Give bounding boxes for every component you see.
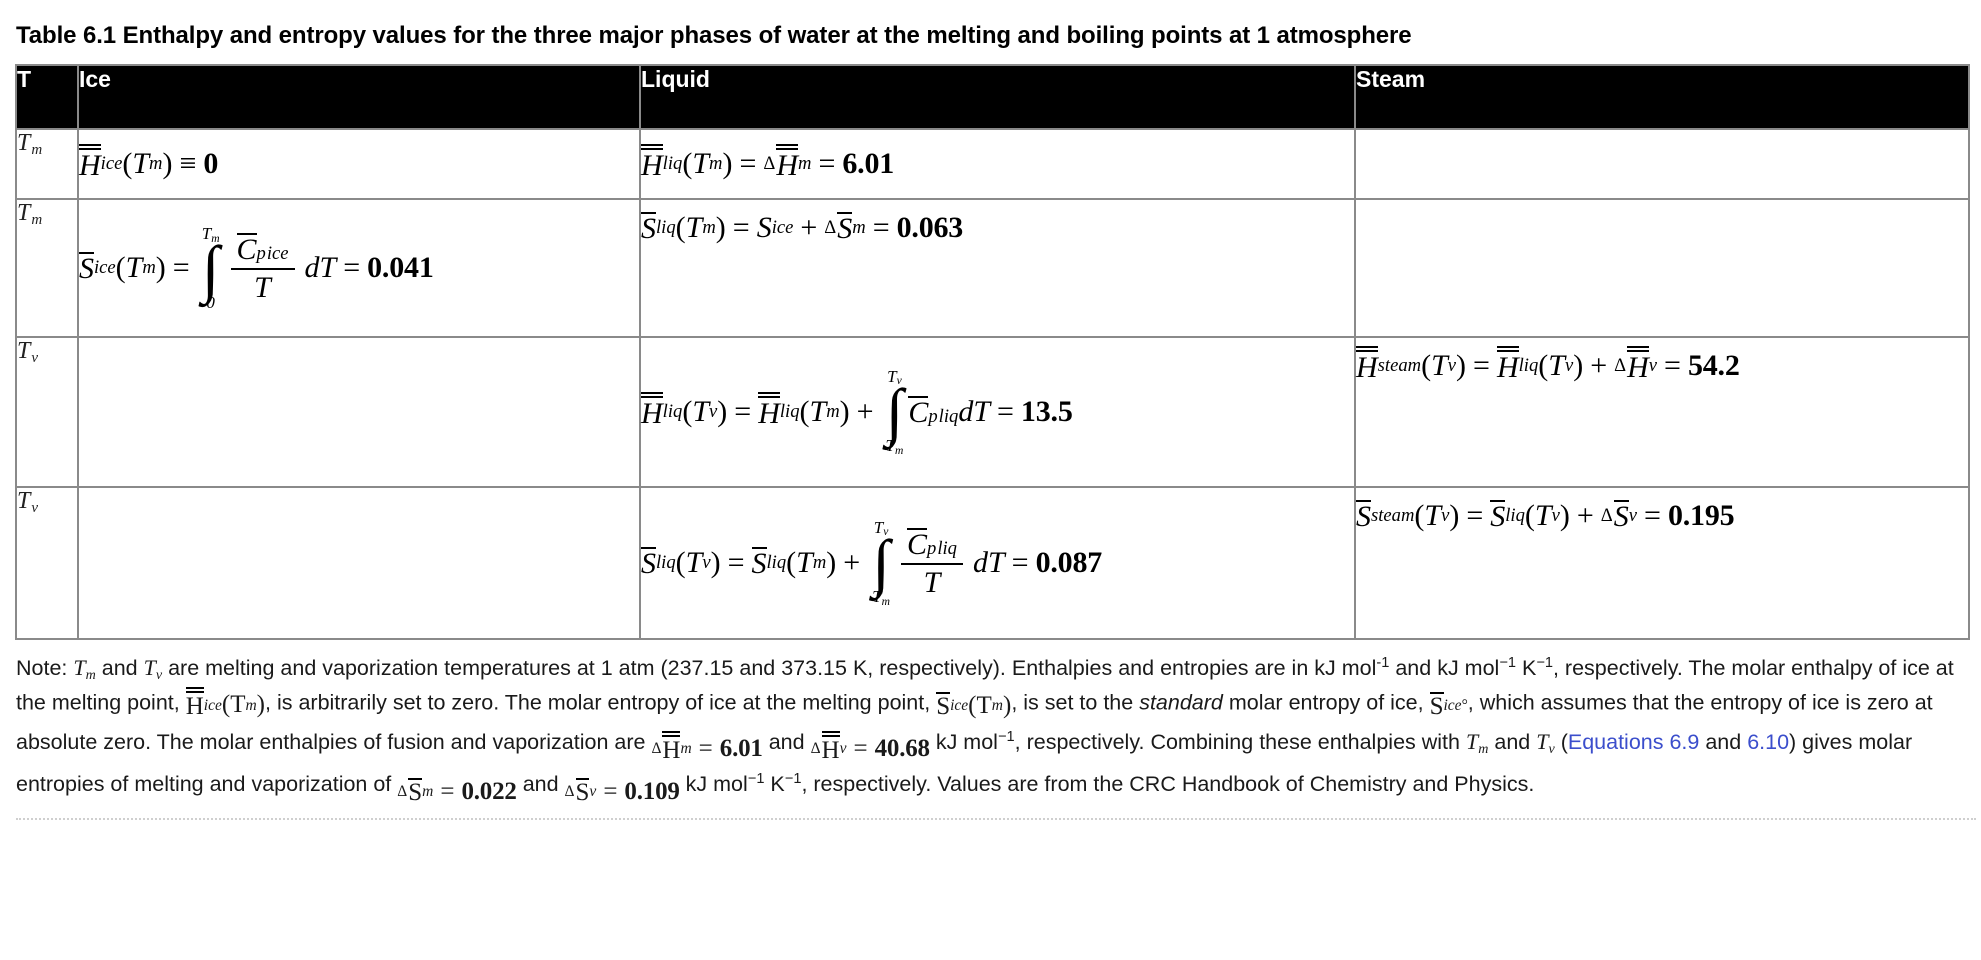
cell-ice-r4 <box>77 486 641 640</box>
note-standard-emphasis: standard <box>1139 690 1223 715</box>
table-page: Table 6.1 Enthalpy and entropy values fo… <box>0 0 1981 820</box>
integral-sign-group: Tm ∫ 0 <box>197 225 225 312</box>
value-steam-r3: 54.2 <box>1687 349 1740 382</box>
formula-ice-enthalpy-tm: Hice(Tm) ≡ 0 <box>79 143 219 182</box>
h-symbol: H <box>79 143 101 182</box>
row-temperature-label: Tv <box>15 486 79 640</box>
cell-ice-r2: Sice(Tm) = Tm ∫ 0 Cp ice T dT = 0.041 <box>77 198 641 338</box>
table-note: Note: Tm and Tv are melting and vaporiza… <box>16 651 1976 820</box>
cell-liquid-r2: Sliq(Tm) = Sice + Δ Sm = 0.063 <box>639 198 1356 338</box>
fraction-numerator: Cp ice <box>236 232 289 266</box>
formula-ice-entropy-tm: Sice(Tm) = Tm ∫ 0 Cp ice T dT = 0.041 <box>79 223 434 313</box>
note-h-ice-tm: Hice(Tm) <box>185 687 265 721</box>
formula-liquid-enthalpy-tv: Hliq(Tv) = Hliq(Tm) + Tv ∫ Tm Cp liq dT = 13.5 <box>641 366 1073 457</box>
row-temperature-label: Tv <box>15 336 79 488</box>
delta-symbol: Δ <box>763 152 776 174</box>
value-liquid-r4: 0.087 <box>1035 545 1103 579</box>
enthalpy-entropy-table: T Ice Liquid Steam Tm Hice(Tm) ≡ 0 H liq… <box>15 64 1970 640</box>
formula-liquid-entropy-tm: Sliq(Tm) = Sice + Δ Sm = 0.063 <box>641 211 964 246</box>
column-header-steam: Steam <box>1354 64 1970 130</box>
note-seg2: are melting and vaporization temperature… <box>162 656 1377 680</box>
integral-lower-limit: 0 <box>206 293 215 313</box>
note-label: Note: <box>16 656 68 680</box>
differential-dt: dT <box>958 394 990 428</box>
table-row: Tm Sice(Tm) = Tm ∫ 0 Cp ice T dT = 0.041… <box>15 198 1970 338</box>
table-body: Tm Hice(Tm) ≡ 0 Hliq(Tm) = Δ Hm = 6.01 T… <box>15 128 1970 640</box>
cell-steam-r2 <box>1354 198 1970 338</box>
value-liquid-r3: 13.5 <box>1020 394 1073 428</box>
formula-steam-entropy-tv: Ssteam(Tv) = Sliq(Tv) + Δ Sv = 0.195 <box>1356 499 1735 534</box>
fraction-denominator: T <box>254 270 271 304</box>
link-equations-6-9[interactable]: Equations 6.9 <box>1568 730 1700 754</box>
superscript-ice: ice <box>100 152 123 174</box>
value-steam-r4: 0.195 <box>1667 499 1735 532</box>
note-delta-sm-eq: Δ Sm = 0.022 <box>397 777 517 807</box>
cell-ice-r1: Hice(Tm) ≡ 0 <box>77 128 641 200</box>
fraction-cp-over-t: Cp liq T <box>895 527 969 599</box>
temperature-subscript: m <box>31 142 43 159</box>
cell-liquid-r4: Sliq(Tv) = Sliq(Tm) + Tv ∫ Tm Cp liq T d… <box>639 486 1356 640</box>
note-tv-symbol: Tv <box>143 655 163 683</box>
cell-liquid-r1: Hliq(Tm) = Δ Hm = 6.01 <box>639 128 1356 200</box>
value-ice-r1: 0 <box>203 147 219 180</box>
table-header: T Ice Liquid Steam <box>15 64 1970 130</box>
header-row: T Ice Liquid Steam <box>15 64 1970 130</box>
fraction-cp-over-t: Cp ice T <box>225 232 301 304</box>
note-delta-hm-eq: Δ Hm = 6.01 <box>651 731 763 765</box>
integral-lower-limit: Tm <box>885 436 904 457</box>
table-row: Tm Hice(Tm) ≡ 0 Hliq(Tm) = Δ Hm = 6.01 <box>15 128 1970 200</box>
note-s-ice-tm: Sice(Tm) <box>936 691 1012 721</box>
fraction-numerator: Cp liq <box>907 527 957 561</box>
integral-icon: ∫ <box>201 233 220 305</box>
value-liquid-r1: 6.01 <box>842 147 895 180</box>
formula-liquid-entropy-tv: Sliq(Tv) = Sliq(Tm) + Tv ∫ Tm Cp liq T d… <box>641 517 1103 608</box>
cell-steam-r4: Ssteam(Tv) = Sliq(Tv) + Δ Sv = 0.195 <box>1354 486 1970 640</box>
formula-liquid-enthalpy-tm: Hliq(Tm) = Δ Hm = 6.01 <box>641 143 895 182</box>
integral-lower-limit: Tm <box>872 587 891 608</box>
differential-dt: dT <box>304 250 337 284</box>
cp-symbol: C <box>236 232 257 266</box>
temperature-symbol: T <box>17 130 31 156</box>
table-caption: Table 6.1 Enthalpy and entropy values fo… <box>16 22 1412 49</box>
note-seg19: , respectively. Values are from the CRC … <box>801 772 1535 797</box>
integral-icon: ∫ <box>872 526 890 598</box>
integral-icon: ∫ <box>885 375 904 447</box>
note-s-ice-standard: Sice ° <box>1429 692 1468 721</box>
note-tm-symbol: Tm <box>73 655 96 683</box>
formula-steam-enthalpy-tv: Hsteam(Tv) = Hliq(Tv) + Δ Hv = 54.2 <box>1356 345 1740 384</box>
cell-liquid-r3: Hliq(Tv) = Hliq(Tm) + Tv ∫ Tm Cp liq dT = 13.5 <box>639 336 1356 488</box>
row-temperature-label: Tm <box>15 198 79 338</box>
column-header-t: T <box>15 64 79 130</box>
s-symbol: S <box>79 252 94 286</box>
superscript-steam: steam <box>1377 354 1422 376</box>
integral-sign-group: Tv ∫ Tm <box>867 519 895 608</box>
table-row: Tv Sliq(Tv) = Sliq(Tm) + Tv ∫ Tm C p liq… <box>15 486 1970 640</box>
column-header-liquid: Liquid <box>639 64 1356 130</box>
table-row: Tv Hliq(Tv) = Hliq(Tm) + Tv ∫ Tm C p liq… <box>15 336 1970 488</box>
cell-steam-r3: Hsteam(Tv) = Hliq(Tv) + Δ Hv = 54.2 <box>1354 336 1970 488</box>
note-delta-hv-eq: Δ Hv = 40.68 <box>810 731 930 765</box>
value-liquid-r2: 0.063 <box>896 211 964 244</box>
fraction-denominator: T <box>923 565 941 599</box>
column-header-ice: Ice <box>77 64 641 130</box>
integral-sign-group: Tv ∫ Tm <box>881 368 909 457</box>
row-temperature-label: Tm <box>15 128 79 200</box>
cell-steam-r1 <box>1354 128 1970 200</box>
note-sup-1: -1 <box>1376 654 1390 671</box>
value-ice-r2: 0.041 <box>367 250 434 284</box>
note-delta-sv-eq: Δ Sv = 0.109 <box>564 777 680 807</box>
cell-ice-r3 <box>77 336 641 488</box>
link-equation-6-10[interactable]: 6.10 <box>1747 730 1789 754</box>
cp-liq-symbol: Cp liq <box>908 396 959 430</box>
differential-dt: dT <box>972 545 1005 579</box>
